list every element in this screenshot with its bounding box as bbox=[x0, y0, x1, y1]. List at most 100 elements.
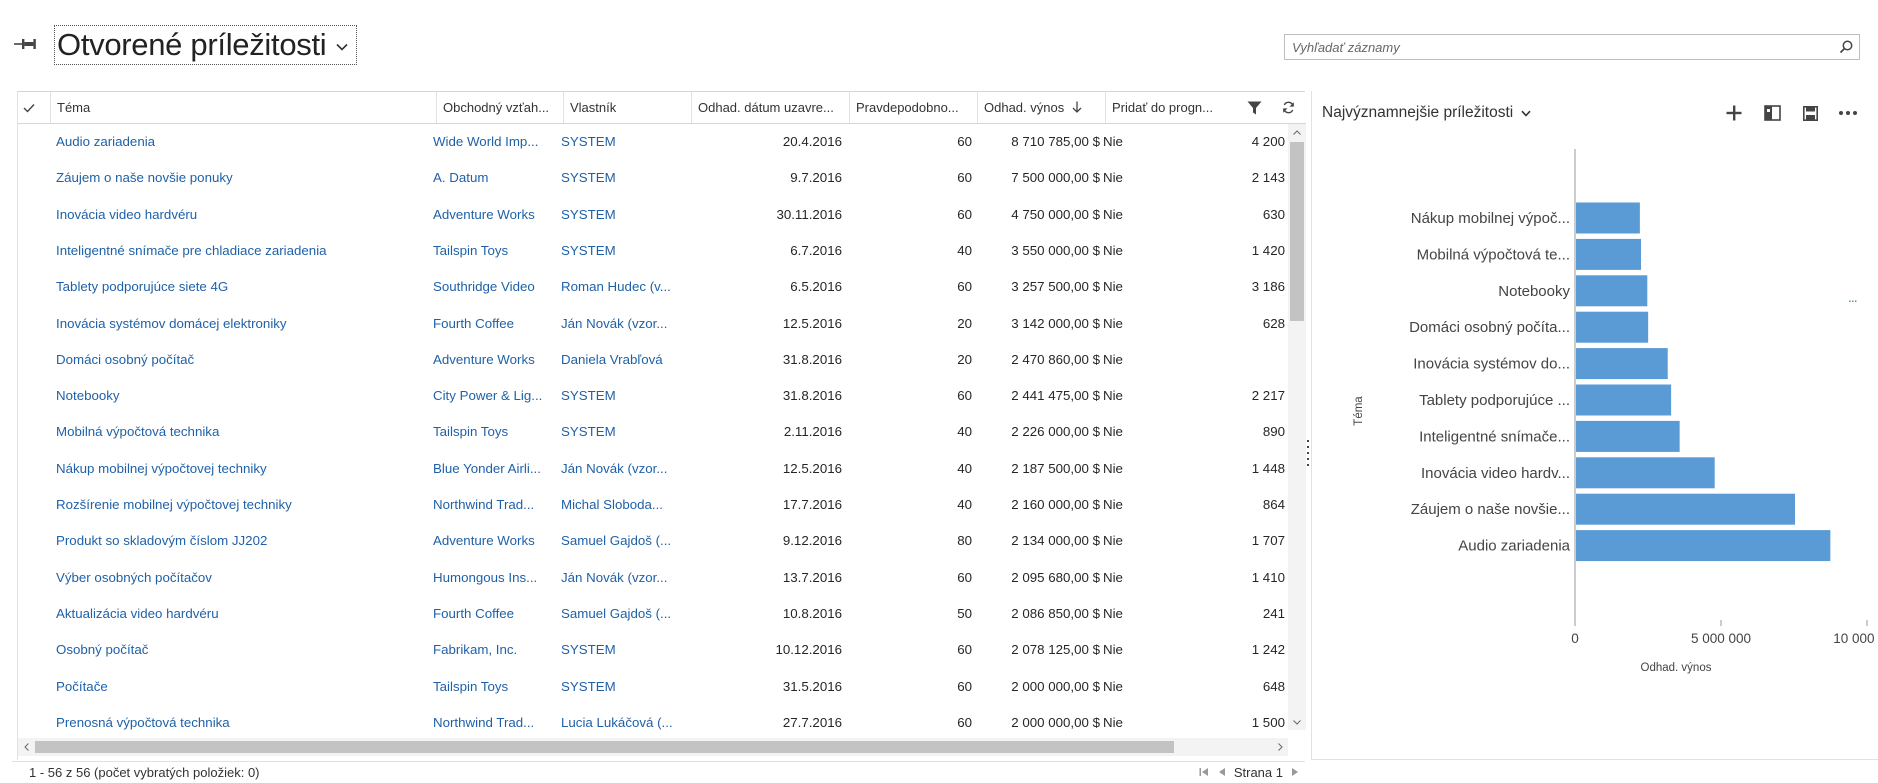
column-header-forecast[interactable]: Pridať do progn... bbox=[1105, 92, 1233, 123]
cell-topic[interactable]: Inovácia systémov domácej elektroniky bbox=[56, 306, 426, 342]
table-row[interactable]: Prenosná výpočtová technika Northwind Tra… bbox=[18, 705, 1288, 730]
horizontal-scroll-thumb[interactable] bbox=[35, 741, 1174, 753]
cell-account[interactable]: Tailspin Toys bbox=[433, 414, 557, 450]
cell-owner[interactable]: SYSTEM bbox=[561, 160, 685, 196]
cell-topic[interactable]: Osobný počítač bbox=[56, 632, 426, 668]
cell-owner[interactable]: Samuel Gajdoš (... bbox=[561, 523, 685, 559]
cell-account[interactable]: Northwind Trad... bbox=[433, 487, 557, 523]
table-row[interactable]: Inovácia video hardvéru Adventure Works SY… bbox=[18, 197, 1288, 233]
cell-owner[interactable]: Michal Sloboda... bbox=[561, 487, 685, 523]
cell-topic[interactable]: Mobilná výpočtová technika bbox=[56, 414, 426, 450]
chart-bar[interactable] bbox=[1576, 530, 1831, 562]
cell-topic[interactable]: Záujem o naše novšie ponuky bbox=[56, 160, 426, 196]
scroll-down-icon[interactable] bbox=[1288, 714, 1306, 730]
view-selector[interactable]: Otvorené príležitosti bbox=[54, 25, 358, 65]
cell-account[interactable]: Humongous Ins... bbox=[433, 560, 557, 596]
column-header-close-date[interactable]: Odhad. dátum uzavre... bbox=[691, 92, 849, 123]
cell-topic[interactable]: Prenosná výpočtová technika bbox=[56, 705, 426, 730]
chart-bar[interactable] bbox=[1576, 493, 1795, 525]
cell-account[interactable]: Adventure Works bbox=[433, 342, 557, 378]
cell-account[interactable]: Northwind Trad... bbox=[433, 705, 557, 730]
table-row[interactable]: Inteligentné snímače pre chladiace zaria… bbox=[18, 233, 1288, 269]
cell-topic[interactable]: Notebooky bbox=[56, 378, 426, 414]
table-row[interactable]: Domáci osobný počítač Adventure Works Dani… bbox=[18, 342, 1288, 378]
cell-topic[interactable]: Rozšírenie mobilnej výpočtovej techniky bbox=[56, 487, 426, 523]
cell-topic[interactable]: Domáci osobný počítač bbox=[56, 342, 426, 378]
cell-owner[interactable]: Daniela Vrabľová bbox=[561, 342, 685, 378]
vertical-scroll-thumb[interactable] bbox=[1290, 142, 1304, 321]
column-header-probability[interactable]: Pravdepodobno... bbox=[849, 92, 977, 123]
table-row[interactable]: Osobný počítač Fabrikam, Inc. SYSTEM 10.12.… bbox=[18, 632, 1288, 668]
column-header-account[interactable]: Obchodný vzťah... bbox=[436, 92, 563, 123]
cell-account[interactable]: Fabrikam, Inc. bbox=[433, 632, 557, 668]
table-row[interactable]: Počítače Tailspin Toys SYSTEM 31.5.2016 60 2 … bbox=[18, 669, 1288, 705]
next-page-icon[interactable] bbox=[1289, 764, 1301, 780]
cell-topic[interactable]: Tablety podporujúce siete 4G bbox=[56, 269, 426, 305]
table-row[interactable]: Audio zariadenia Wide World Imp... SYSTEM 2… bbox=[18, 124, 1288, 160]
cell-owner[interactable]: SYSTEM bbox=[561, 632, 685, 668]
cell-topic[interactable]: Výber osobných počítačov bbox=[56, 560, 426, 596]
chart-bar[interactable] bbox=[1576, 420, 1680, 452]
cell-owner[interactable]: SYSTEM bbox=[561, 124, 685, 160]
chart-bar[interactable] bbox=[1576, 238, 1641, 270]
cell-owner[interactable]: Ján Novák (vzor... bbox=[561, 451, 685, 487]
search-icon[interactable] bbox=[1833, 35, 1859, 59]
cell-account[interactable]: Fourth Coffee bbox=[433, 306, 557, 342]
cell-account[interactable]: Fourth Coffee bbox=[433, 596, 557, 632]
cell-topic[interactable]: Audio zariadenia bbox=[56, 124, 426, 160]
table-row[interactable]: Notebooky City Power & Lig... SYSTEM 31.8.2… bbox=[18, 378, 1288, 414]
vertical-scrollbar[interactable] bbox=[1288, 124, 1306, 730]
cell-topic[interactable]: Nákup mobilnej výpočtovej techniky bbox=[56, 451, 426, 487]
cell-account[interactable]: A. Datum bbox=[433, 160, 557, 196]
cell-owner[interactable]: SYSTEM bbox=[561, 233, 685, 269]
refresh-icon[interactable] bbox=[1274, 92, 1302, 123]
table-row[interactable]: Záujem o naše novšie ponuky A. Datum SYSTE… bbox=[18, 160, 1288, 196]
cell-account[interactable]: Southridge Video bbox=[433, 269, 557, 305]
table-row[interactable]: Inovácia systémov domácej elektroniky Fou… bbox=[18, 306, 1288, 342]
column-header-owner[interactable]: Vlastník bbox=[563, 92, 691, 123]
cell-account[interactable]: City Power & Lig... bbox=[433, 378, 557, 414]
cell-owner[interactable]: Samuel Gajdoš (... bbox=[561, 596, 685, 632]
chart-bar[interactable] bbox=[1576, 384, 1672, 416]
cell-owner[interactable]: SYSTEM bbox=[561, 378, 685, 414]
cell-owner[interactable]: SYSTEM bbox=[561, 197, 685, 233]
chart-bar[interactable] bbox=[1576, 348, 1668, 380]
cell-owner[interactable]: Ján Novák (vzor... bbox=[561, 560, 685, 596]
scroll-up-icon[interactable] bbox=[1288, 124, 1306, 140]
cell-account[interactable]: Blue Yonder Airli... bbox=[433, 451, 557, 487]
table-row[interactable]: Rozšírenie mobilnej výpočtovej techniky N… bbox=[18, 487, 1288, 523]
cell-topic[interactable]: Počítače bbox=[56, 669, 426, 705]
chart-bar[interactable] bbox=[1576, 275, 1648, 307]
cell-topic[interactable]: Inovácia video hardvéru bbox=[56, 197, 426, 233]
scroll-left-icon[interactable] bbox=[18, 738, 34, 756]
chart-bar[interactable] bbox=[1576, 311, 1649, 343]
cell-owner[interactable]: Lucia Lukáčová (... bbox=[561, 705, 685, 730]
table-row[interactable]: Produkt so skladovým číslom JJ202 Adventu… bbox=[18, 523, 1288, 559]
cell-owner[interactable]: Ján Novák (vzor... bbox=[561, 306, 685, 342]
cell-owner[interactable]: Roman Hudec (v... bbox=[561, 269, 685, 305]
select-all-checkmark-icon[interactable] bbox=[18, 92, 40, 123]
horizontal-scrollbar[interactable] bbox=[18, 738, 1288, 756]
pin-icon[interactable] bbox=[12, 34, 38, 54]
table-row[interactable]: Výber osobných počítačov Humongous Ins...… bbox=[18, 560, 1288, 596]
cell-topic[interactable]: Aktualizácia video hardvéru bbox=[56, 596, 426, 632]
cell-account[interactable]: Tailspin Toys bbox=[433, 669, 557, 705]
previous-page-icon[interactable] bbox=[1216, 764, 1228, 780]
first-page-icon[interactable] bbox=[1198, 764, 1210, 780]
column-header-topic[interactable]: Téma bbox=[50, 92, 436, 123]
chart-bar[interactable] bbox=[1576, 202, 1640, 234]
cell-account[interactable]: Adventure Works bbox=[433, 523, 557, 559]
cell-account[interactable]: Adventure Works bbox=[433, 197, 557, 233]
cell-owner[interactable]: SYSTEM bbox=[561, 414, 685, 450]
search-input[interactable] bbox=[1292, 39, 1833, 55]
chart-bar[interactable] bbox=[1576, 457, 1715, 489]
column-header-revenue[interactable]: Odhad. výnos bbox=[977, 92, 1105, 123]
table-row[interactable]: Tablety podporujúce siete 4G Southridge V… bbox=[18, 269, 1288, 305]
filter-icon[interactable] bbox=[1240, 92, 1268, 123]
cell-owner[interactable]: SYSTEM bbox=[561, 669, 685, 705]
cell-topic[interactable]: Inteligentné snímače pre chladiace zaria… bbox=[56, 233, 426, 269]
scroll-right-icon[interactable] bbox=[1272, 738, 1288, 756]
cell-account[interactable]: Wide World Imp... bbox=[433, 124, 557, 160]
table-row[interactable]: Mobilná výpočtová technika Tailspin Toys S… bbox=[18, 414, 1288, 450]
pane-splitter[interactable] bbox=[1306, 440, 1310, 466]
